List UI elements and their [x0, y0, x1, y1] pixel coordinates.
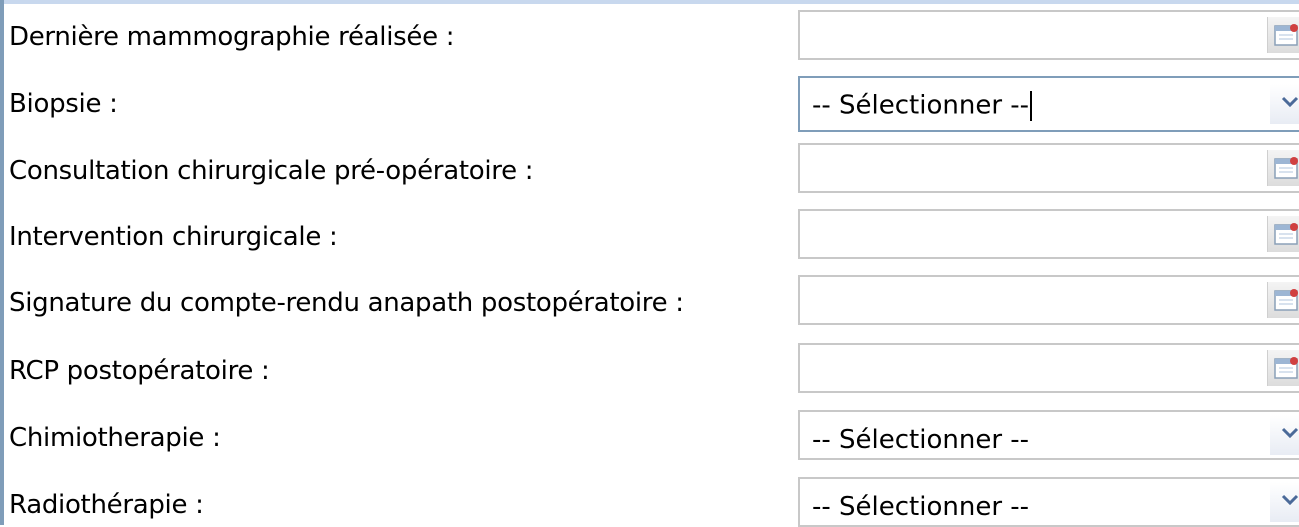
field-label: Consultation chirurgicale pré-opératoire…	[9, 156, 534, 186]
consultation-date-field[interactable]	[798, 143, 1299, 193]
field-label: Signature du compte-rendu anapath postop…	[9, 288, 684, 318]
field-label: Dernière mammographie réalisée :	[9, 22, 455, 52]
field-label: RCP postopératoire :	[9, 356, 270, 386]
selected-value: -- Sélectionner --	[812, 90, 1030, 121]
field-label: Intervention chirurgicale :	[9, 222, 338, 252]
calendar-icon[interactable]	[1267, 150, 1299, 186]
field-label: Chimiotherapie :	[9, 423, 221, 453]
calendar-icon[interactable]	[1267, 17, 1299, 53]
mammographie-date-field[interactable]	[798, 10, 1299, 60]
chevron-down-icon[interactable]	[1270, 84, 1299, 124]
rcp-date-field[interactable]	[798, 343, 1299, 393]
chevron-down-icon[interactable]	[1270, 482, 1299, 522]
calendar-icon[interactable]	[1267, 216, 1299, 252]
field-value: -- Sélectionner --	[812, 90, 1033, 121]
field-label: Biopsie :	[9, 89, 118, 119]
calendar-icon[interactable]	[1267, 350, 1299, 386]
biopsie-select[interactable]: -- Sélectionner --	[798, 76, 1299, 132]
intervention-date-field[interactable]	[798, 209, 1299, 259]
selected-value: -- Sélectionner --	[812, 492, 1030, 522]
chevron-down-icon[interactable]	[1270, 415, 1299, 455]
field-label: Radiothérapie :	[9, 490, 204, 520]
calendar-icon[interactable]	[1267, 282, 1299, 318]
selected-value: -- Sélectionner --	[812, 425, 1030, 455]
text-caret	[1030, 91, 1033, 121]
chimiotherapie-select[interactable]: -- Sélectionner --	[798, 410, 1299, 460]
radiotherapie-select[interactable]: -- Sélectionner --	[798, 477, 1299, 527]
form-frame-top	[0, 0, 1299, 4]
form-row-radiotherapie: Radiothérapie : -- Sélectionner --	[4, 477, 1299, 527]
signature-date-field[interactable]	[798, 275, 1299, 325]
